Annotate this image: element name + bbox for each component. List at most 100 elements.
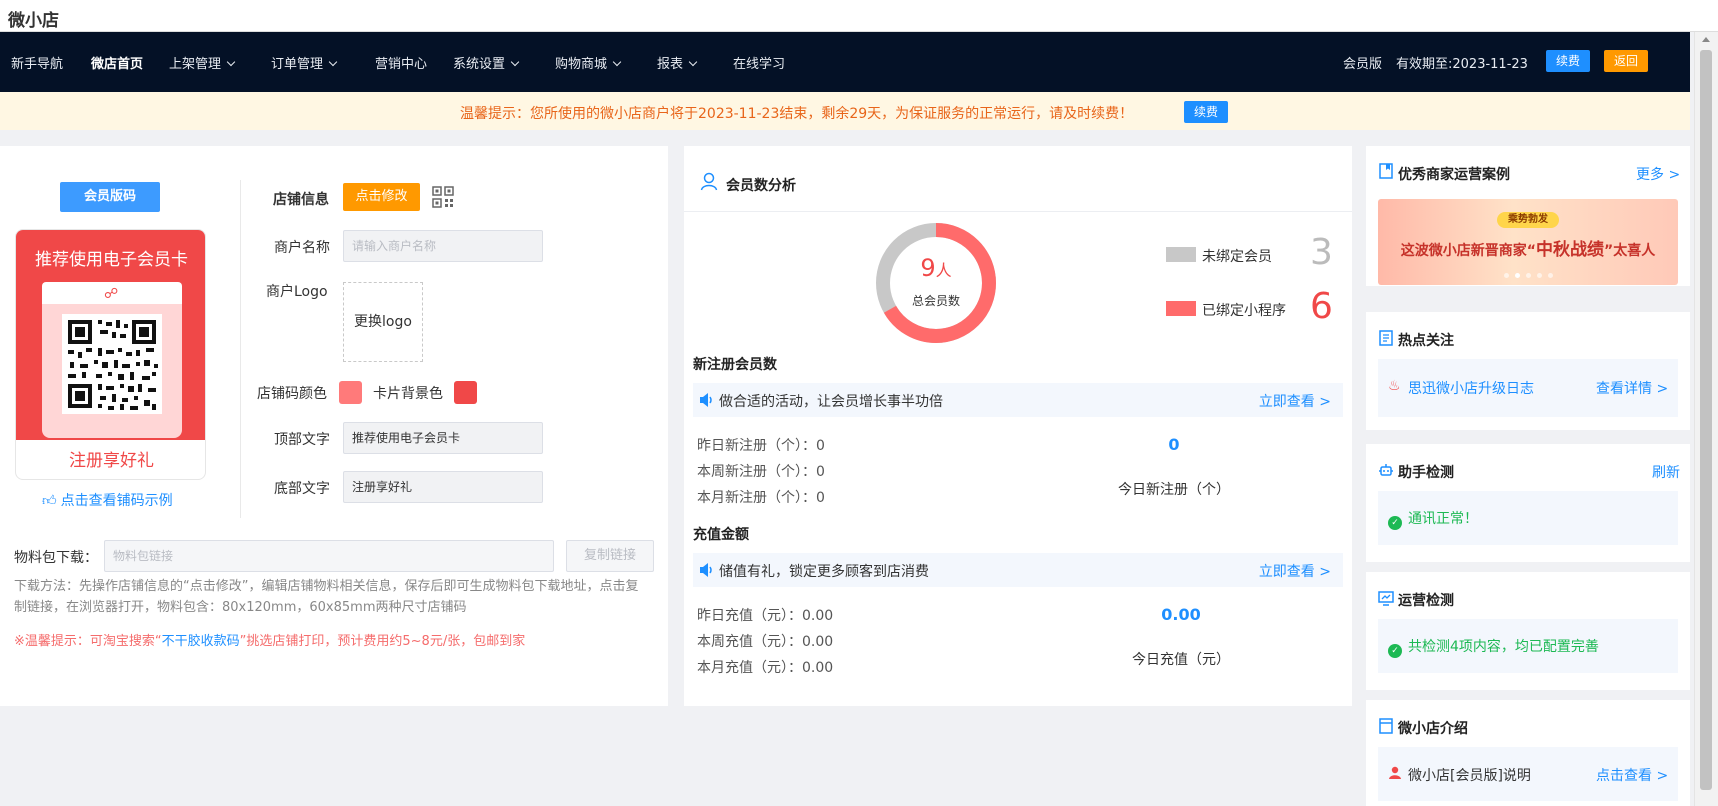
hot-topic-title[interactable]: 思迅微小店升级日志 xyxy=(1408,378,1534,398)
nav-item-marketing[interactable]: 营销中心 xyxy=(375,53,427,72)
member-code-tab[interactable]: 会员版码 xyxy=(60,182,160,212)
nav-item-settings[interactable]: 系统设置 xyxy=(453,53,520,72)
material-link-input[interactable]: 物料包链接 xyxy=(104,540,554,572)
copy-link-button[interactable]: 复制链接 xyxy=(566,540,654,572)
hot-topic-item: ♨︎ 思迅微小店升级日志 查看详情 > xyxy=(1378,359,1678,417)
edit-store-button[interactable]: 点击修改 xyxy=(343,183,420,211)
print-tip: ※温馨提示：可淘宝搜索“不干胶收款码”挑选店铺打印，预计费用约5~8元/张，包邮… xyxy=(14,634,526,649)
assistant-check-panel: 助手检测 刷新 ✓ 通讯正常！ xyxy=(1366,444,1690,562)
divider xyxy=(684,211,1352,212)
cases-more-link[interactable]: 更多 > xyxy=(1636,164,1680,184)
renew-button[interactable]: 续费 xyxy=(1546,50,1590,72)
recharge-view-link[interactable]: 立即查看 > xyxy=(1259,561,1331,581)
assistant-check-title: 助手检测 xyxy=(1398,465,1454,481)
view-example-link[interactable]: 👍︎ 点击查看铺码示例 xyxy=(42,490,173,510)
ops-status-box: ✓ 共检测4项内容，均已配置完善 xyxy=(1378,619,1678,673)
chevron-down-icon xyxy=(688,57,698,67)
top-text-input[interactable]: 推荐使用电子会员卡 xyxy=(343,422,543,454)
nav-item-mall[interactable]: 购物商城 xyxy=(555,53,622,72)
assistant-status-box: ✓ 通讯正常！ xyxy=(1378,491,1678,545)
expiry-label: 有效期至:2023-11-23 xyxy=(1396,57,1528,72)
today-registrations-value: 0 xyxy=(1168,435,1180,454)
hot-topic-detail-link[interactable]: 查看详情 > xyxy=(1596,378,1668,398)
page-scrollbar[interactable] xyxy=(1694,32,1718,806)
ops-check-panel: 运营检测 ✓ 共检测4项内容，均已配置完善 xyxy=(1366,572,1690,690)
back-button[interactable]: 返回 xyxy=(1604,50,1648,72)
card-bottom-text: 注册享好礼 xyxy=(69,451,154,471)
monitor-chart-icon xyxy=(1378,591,1394,606)
donut-center-label: 总会员数 xyxy=(911,294,960,308)
store-code-card: 会员版码 推荐使用电子会员卡 ☍ 注册享好礼 👍︎ 点击查看铺码示例 店铺信息 … xyxy=(0,146,668,706)
bottom-text-input[interactable]: 注册享好礼 xyxy=(343,471,543,503)
stat-month-registrations: 本月新注册（个）：0 xyxy=(697,490,825,506)
chevron-down-icon xyxy=(328,57,338,67)
hot-topics-title: 热点关注 xyxy=(1398,333,1454,349)
intro-panel: 微小店介绍 微小店[会员版]说明 点击查看 > xyxy=(1366,700,1690,806)
merchant-name-input[interactable]: 请输入商户名称 xyxy=(343,230,543,262)
check-circle-icon: ✓ xyxy=(1388,644,1402,658)
edition-label: 会员版 xyxy=(1343,57,1383,72)
app-titlebar: 微小店 xyxy=(0,0,1718,32)
change-logo-button[interactable]: 更换logo xyxy=(343,282,423,362)
scroll-up-icon[interactable] xyxy=(1702,37,1710,42)
download-instructions: 下载方法：先操作店铺信息的“点击修改”，编辑店铺物料相关信息，保存后即可生成物料… xyxy=(14,579,639,615)
person-icon xyxy=(1389,766,1401,779)
nav-item-learning[interactable]: 在线学习 xyxy=(733,53,785,72)
member-analysis-title: 会员数分析 xyxy=(726,178,796,194)
ops-check-title: 运营检测 xyxy=(1398,593,1454,609)
stat-week-recharge: 本周充值（元）：0.00 xyxy=(697,634,834,650)
assistant-status: ✓ 通讯正常！ xyxy=(1388,508,1478,530)
member-card-preview: 推荐使用电子会员卡 ☍ 注册享好礼 xyxy=(15,229,206,480)
new-registration-view-link[interactable]: 立即查看 > xyxy=(1259,391,1331,411)
legend-bound-label: 已绑定小程序 xyxy=(1202,303,1286,319)
ops-status: ✓ 共检测4项内容，均已配置完善 xyxy=(1388,636,1599,658)
donut-center-number: 9人 xyxy=(920,254,952,282)
megaphone-icon xyxy=(700,393,712,407)
stat-yesterday-registrations: 昨日新注册（个）：0 xyxy=(697,438,825,454)
recharge-title: 充值金额 xyxy=(693,527,749,543)
banner-tag: 乘势勃发 xyxy=(1497,212,1559,228)
member-donut-chart xyxy=(876,223,996,343)
link-icon: ☍ xyxy=(104,286,119,302)
today-registrations-label: 今日新注册（个） xyxy=(1118,482,1230,498)
banner-text: 这波微小店新晋商家“中秋战绩”太喜人 xyxy=(1400,240,1656,260)
card-bg-swatch[interactable] xyxy=(454,381,477,404)
new-registration-tip-text: 做合适的活动，让会员增长事半功倍 xyxy=(719,394,943,410)
expiry-notice: 温馨提示：您所使用的微小店商户将于2023-11-23结束，剩余29天，为保证服… xyxy=(0,92,1690,130)
nav-item-listing[interactable]: 上架管理 xyxy=(169,53,236,72)
stat-month-recharge: 本月充值（元）：0.00 xyxy=(697,660,834,676)
intro-title: 微小店介绍 xyxy=(1398,721,1468,737)
new-registration-title: 新注册会员数 xyxy=(693,357,777,373)
recharge-tip-bar: 储值有礼，锁定更多顾客到店消费 立即查看 > xyxy=(693,553,1343,587)
qr-code-icon xyxy=(62,314,162,414)
qrcode-icon[interactable] xyxy=(432,186,454,208)
nav-item-orders[interactable]: 订单管理 xyxy=(271,53,338,72)
notice-text: 温馨提示：您所使用的微小店商户将于2023-11-23结束，剩余29天，为保证服… xyxy=(460,106,1134,122)
legend-swatch-unbound xyxy=(1166,247,1196,262)
intro-view-link[interactable]: 点击查看 > xyxy=(1596,765,1668,785)
thumbs-up-icon: 👍︎ xyxy=(42,493,57,509)
code-color-swatch[interactable] xyxy=(339,381,362,404)
legend-bound-value: 6 xyxy=(1310,286,1333,327)
carousel-dots[interactable] xyxy=(1378,273,1678,278)
chevron-down-icon xyxy=(226,57,236,67)
intro-doc-icon xyxy=(1379,718,1393,734)
print-tip-keyword: 不干胶收款码 xyxy=(161,634,240,649)
notice-renew-button[interactable]: 续费 xyxy=(1184,101,1228,123)
case-book-icon xyxy=(1379,163,1393,179)
cases-banner[interactable]: 乘势勃发 这波微小店新晋商家“中秋战绩”太喜人 xyxy=(1378,199,1678,285)
assistant-refresh-link[interactable]: 刷新 xyxy=(1652,462,1680,482)
stat-week-registrations: 本周新注册（个）：0 xyxy=(697,464,825,480)
nav-item-reports[interactable]: 报表 xyxy=(657,53,698,72)
check-circle-icon: ✓ xyxy=(1388,516,1402,530)
robot-icon xyxy=(1379,464,1393,476)
cases-panel: 优秀商家运营案例 更多 > 乘势勃发 这波微小店新晋商家“中秋战绩”太喜人 xyxy=(1366,146,1690,286)
user-icon xyxy=(700,172,718,191)
nav-item-guide[interactable]: 新手导航 xyxy=(11,53,63,72)
today-recharge-label: 今日充值（元） xyxy=(1132,652,1230,668)
store-info-label: 店铺信息 xyxy=(273,192,329,208)
nav-item-home[interactable]: 微店首页 xyxy=(91,53,143,72)
intro-item-label: 微小店[会员版]说明 xyxy=(1408,768,1531,784)
scrollbar-thumb[interactable] xyxy=(1700,50,1712,790)
app-title: 微小店 xyxy=(8,11,59,31)
